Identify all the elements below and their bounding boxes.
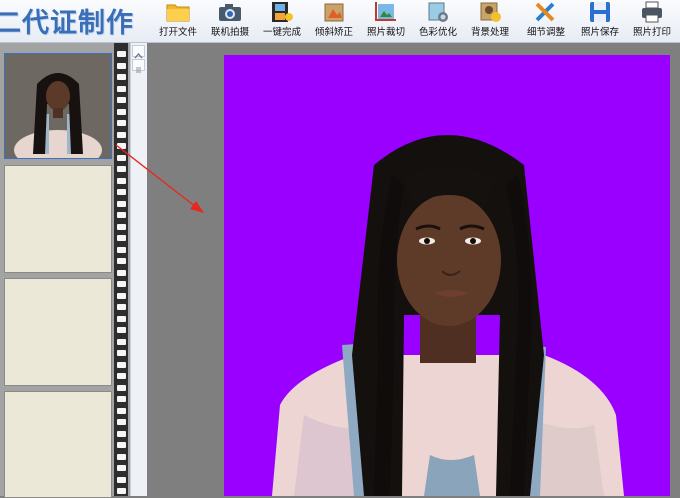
scroll-up-button[interactable] bbox=[132, 45, 145, 59]
photo-thumbnail[interactable] bbox=[4, 53, 112, 159]
film-perforation bbox=[117, 315, 126, 322]
empty-photo-slot[interactable] bbox=[4, 391, 112, 498]
crop-icon bbox=[375, 2, 396, 21]
film-perforation bbox=[117, 442, 126, 448]
photo-print-button[interactable]: 照片打印 bbox=[626, 0, 678, 42]
background-process-button[interactable]: 背景处理 bbox=[464, 0, 516, 42]
detail-adjust-button[interactable]: 细节调整 bbox=[520, 0, 572, 42]
film-perforation bbox=[117, 212, 126, 218]
open-file-button[interactable]: 打开文件 bbox=[152, 0, 204, 42]
film-perforation bbox=[117, 154, 126, 161]
film-perforation bbox=[117, 292, 126, 299]
film-perforation bbox=[117, 488, 126, 494]
photo-crop-button[interactable]: 照片裁切 bbox=[360, 0, 412, 42]
film-perforation bbox=[117, 407, 126, 414]
film-perforation bbox=[117, 120, 126, 126]
film-perforation bbox=[117, 453, 126, 460]
film-perforation bbox=[117, 361, 126, 368]
film-perforation bbox=[117, 189, 126, 195]
one-click-button[interactable]: 一键完成 bbox=[256, 0, 308, 42]
save-icon bbox=[590, 2, 610, 22]
color-optimize-button[interactable]: 色彩优化 bbox=[412, 0, 464, 42]
photo-save-button[interactable]: 照片保存 bbox=[574, 0, 626, 42]
film-perforations bbox=[114, 43, 128, 496]
portrait-thumbnail-image bbox=[5, 54, 111, 158]
folder-icon bbox=[166, 4, 190, 22]
film-perforation bbox=[117, 338, 126, 345]
tools-icon bbox=[535, 2, 555, 22]
film-strip bbox=[0, 43, 147, 498]
film-perforation bbox=[117, 373, 126, 379]
background-process-label: 背景处理 bbox=[470, 27, 509, 38]
film-perforation bbox=[117, 200, 126, 207]
film-perforation bbox=[117, 143, 126, 149]
film-perforation bbox=[117, 476, 126, 483]
film-perforation bbox=[117, 465, 126, 471]
grip-icon bbox=[136, 67, 141, 73]
film-perforation bbox=[117, 62, 126, 69]
film-perforation bbox=[117, 51, 126, 57]
color-icon bbox=[428, 2, 448, 22]
photo-print-label: 照片打印 bbox=[632, 27, 671, 38]
app-title: 二代证制作 bbox=[0, 8, 134, 39]
toolbar: 二代证制作 打开文件 联机拍摄 一键完成 倾斜矫正 照片裁切 色彩优化 背景处理… bbox=[0, 0, 680, 43]
scroll-thumb[interactable] bbox=[132, 59, 145, 73]
vertical-scrollbar[interactable] bbox=[130, 43, 147, 496]
photo-preview[interactable] bbox=[224, 55, 670, 496]
film-perforation bbox=[117, 74, 126, 80]
camera-icon bbox=[219, 4, 241, 21]
film-perforation bbox=[117, 235, 126, 241]
film-perforation bbox=[117, 269, 126, 276]
empty-photo-slot[interactable] bbox=[4, 278, 112, 386]
film-perforation bbox=[117, 85, 126, 92]
portrait-photo bbox=[224, 55, 670, 496]
tilt-correction-button[interactable]: 倾斜矫正 bbox=[308, 0, 360, 42]
film-perforation bbox=[117, 384, 126, 391]
film-perforation bbox=[117, 304, 126, 310]
film-perforation bbox=[117, 166, 126, 172]
background-icon bbox=[480, 2, 501, 22]
film-perforation bbox=[117, 246, 126, 253]
film-perforation bbox=[117, 223, 126, 230]
printer-icon bbox=[642, 1, 662, 23]
film-perforation bbox=[117, 430, 126, 437]
tethered-capture-button[interactable]: 联机拍摄 bbox=[204, 0, 256, 42]
film-perforation bbox=[117, 177, 126, 184]
film-perforation bbox=[117, 258, 126, 264]
film-perforation bbox=[117, 419, 126, 425]
film-perforation bbox=[117, 131, 126, 138]
film-icon bbox=[272, 2, 293, 22]
empty-photo-slot[interactable] bbox=[4, 165, 112, 273]
film-perforation bbox=[117, 350, 126, 356]
film-perforation bbox=[117, 327, 126, 333]
film-perforation bbox=[117, 281, 126, 287]
film-perforation bbox=[117, 396, 126, 402]
film-perforation bbox=[117, 97, 126, 103]
film-perforation bbox=[117, 108, 126, 115]
rotate-icon bbox=[324, 3, 344, 22]
